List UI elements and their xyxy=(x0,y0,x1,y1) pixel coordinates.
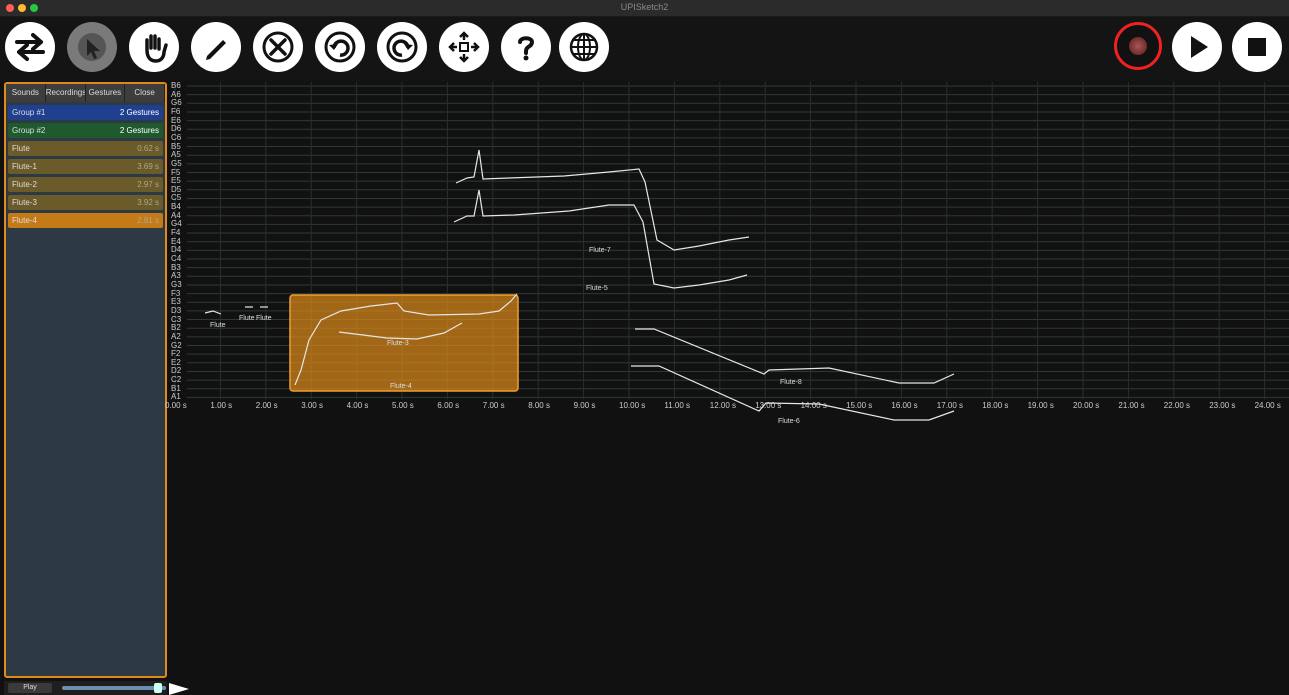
window-title: UPISketch2 xyxy=(620,2,669,12)
tab-recordings[interactable]: Recordings xyxy=(45,84,86,102)
sound-item-label: Group #1 xyxy=(12,108,46,117)
record-icon xyxy=(1129,37,1147,55)
select-pointer-icon xyxy=(78,33,106,61)
gesture-flute-a[interactable] xyxy=(204,310,222,315)
hand-button[interactable] xyxy=(129,22,179,72)
sound-item-label: Flute-4 xyxy=(12,216,37,225)
undo-button[interactable] xyxy=(315,22,365,72)
sound-item-label: Flute-2 xyxy=(12,180,37,189)
sidebar-panel: Sounds Recordings Gestures Close Group #… xyxy=(4,82,167,678)
gesture-label: Flute xyxy=(210,322,226,329)
sketch-canvas[interactable]: B6 A6 G6 F6 E6 D6 C6 B5 A5 G5 F5 E5 D5 C5 B4 A4 G4 F4 E4 D4… xyxy=(165,82,1289,695)
help-icon xyxy=(518,36,535,61)
sound-list-item[interactable]: Group #1 2 Gestures xyxy=(8,105,163,120)
play-bar: Play xyxy=(4,681,167,695)
sound-item-label: Flute-1 xyxy=(12,162,37,171)
sound-item-value: 2.81 s xyxy=(137,216,159,225)
sound-item-value: 0.62 s xyxy=(137,144,159,153)
gesture-label: Flute-8 xyxy=(780,379,802,386)
swap-arrows-icon xyxy=(15,33,45,61)
volume-slider[interactable] xyxy=(62,686,166,690)
gesture-label: Flute-6 xyxy=(778,418,800,425)
hand-icon xyxy=(145,34,168,63)
sound-list-item[interactable]: Flute-1 3.69 s xyxy=(8,159,163,174)
toolbar xyxy=(0,17,1289,81)
gesture-flute-6[interactable] xyxy=(631,365,955,421)
title-bar: UPISketch2 xyxy=(0,0,1289,17)
sound-list-item[interactable]: Flute 0.62 s xyxy=(8,141,163,156)
stop-icon xyxy=(1248,38,1266,56)
delete-button[interactable] xyxy=(253,22,303,72)
sidebar-tabs: Sounds Recordings Gestures Close xyxy=(6,84,165,102)
sound-item-label: Group #2 xyxy=(12,126,46,135)
sound-item-value: 2.97 s xyxy=(137,180,159,189)
tab-sounds[interactable]: Sounds xyxy=(6,84,46,102)
gesture-label: Flute-7 xyxy=(589,247,611,254)
swap-arrows-button[interactable] xyxy=(5,22,55,72)
pencil-button[interactable] xyxy=(191,22,241,72)
sound-list-item[interactable]: Flute-3 3.92 s xyxy=(8,195,163,210)
gesture-flute-5[interactable] xyxy=(453,189,748,289)
gesture-label: Flute xyxy=(256,315,272,322)
pencil-icon xyxy=(206,40,226,60)
sound-item-label: Flute-3 xyxy=(12,198,37,207)
redo-button[interactable] xyxy=(377,22,427,72)
delete-x-icon xyxy=(262,31,294,63)
globe-button[interactable] xyxy=(559,22,609,72)
play-button[interactable] xyxy=(1172,22,1222,72)
stop-button[interactable] xyxy=(1232,22,1282,72)
globe-icon xyxy=(569,32,599,62)
move-arrows-icon xyxy=(448,31,480,63)
gesture-label: Flute xyxy=(239,315,255,322)
gesture-flute-8[interactable] xyxy=(635,328,955,384)
sound-item-value: 2 Gestures xyxy=(119,108,159,117)
undo-icon xyxy=(324,31,356,63)
help-button[interactable] xyxy=(501,22,551,72)
sound-item-value: 2 Gestures xyxy=(119,126,159,135)
sound-item-label: Flute xyxy=(12,144,30,153)
play-sound-button[interactable]: Play xyxy=(8,683,52,693)
sound-item-value: 3.69 s xyxy=(137,162,159,171)
sound-list: Group #1 2 Gestures Group #2 2 Gestures Flut… xyxy=(6,102,165,228)
volume-slider-handle[interactable] xyxy=(154,683,162,693)
tab-close[interactable]: Close xyxy=(125,84,165,102)
gesture-flute-7[interactable] xyxy=(455,149,750,251)
sound-list-item[interactable]: Flute-2 2.97 s xyxy=(8,177,163,192)
gesture-layer xyxy=(204,149,955,421)
record-button[interactable] xyxy=(1114,22,1162,70)
sound-list-item[interactable]: Flute-4 2.81 s xyxy=(8,213,163,228)
redo-icon xyxy=(386,31,418,63)
gesture-label: Flute-4 xyxy=(390,383,412,390)
select-pointer-button[interactable] xyxy=(67,22,117,72)
sound-list-item[interactable]: Group #2 2 Gestures xyxy=(8,123,163,138)
gesture-label: Flute-3 xyxy=(387,340,409,347)
move-button[interactable] xyxy=(439,22,489,72)
play-icon xyxy=(1191,36,1208,58)
tab-gestures[interactable]: Gestures xyxy=(85,84,126,102)
gesture-label: Flute-5 xyxy=(586,285,608,292)
sound-item-value: 3.92 s xyxy=(137,198,159,207)
